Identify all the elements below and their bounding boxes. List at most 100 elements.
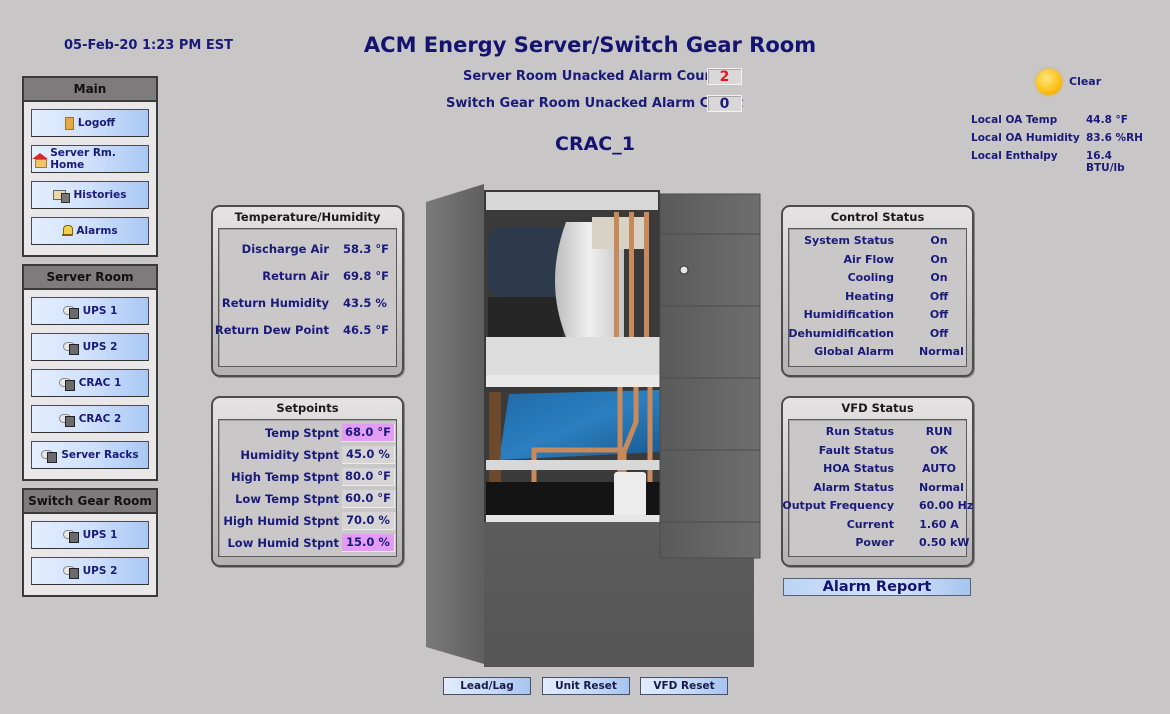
- air-flow-row: Air Flow On: [789, 250, 966, 269]
- switch-gear-nav-panel: Switch Gear Room UPS 1 UPS 2: [22, 488, 158, 597]
- door-icon: [64, 116, 74, 130]
- drain-shelf: [486, 337, 662, 375]
- high-temp-setpoint-input[interactable]: 80.0 °F: [342, 468, 395, 486]
- switchgear-ups1-label: UPS 1: [82, 529, 118, 541]
- temperature-humidity-panel: Temperature/Humidity Discharge Air 58.3 …: [211, 205, 404, 377]
- main-nav-title: Main: [24, 78, 156, 102]
- crac1-label: CRAC 1: [78, 377, 122, 389]
- power-row: Power 0.50 kW: [789, 533, 970, 552]
- low-temp-setpoint-row: Low Temp Stpnt 60.0 °F: [219, 488, 396, 510]
- hoa-status-row: HOA Status AUTO: [789, 459, 966, 478]
- dehumidification-label: Dehumidification: [788, 326, 894, 340]
- vfd-status-panel: VFD Status Run Status RUN Fault Status O…: [781, 396, 974, 567]
- logoff-button[interactable]: Logoff: [31, 109, 149, 137]
- crac2-button[interactable]: CRAC 2: [31, 405, 149, 433]
- global-alarm-label: Global Alarm: [814, 345, 894, 358]
- high-humid-setpoint-label: High Humid Stpnt: [223, 514, 339, 528]
- fault-status-value: OK: [930, 443, 948, 457]
- current-value: 1.60 A: [919, 517, 959, 531]
- dehumidification-value: Off: [929, 326, 949, 340]
- low-humid-setpoint-label: Low Humid Stpnt: [227, 536, 339, 550]
- humidification-row: Humidification Off: [789, 305, 966, 324]
- low-humid-setpoint-input[interactable]: 15.0 %: [342, 534, 395, 552]
- system-status-label: System Status: [804, 234, 894, 247]
- air-flow-value: On: [930, 252, 948, 266]
- low-humid-setpoint-row: Low Humid Stpnt 15.0 %: [219, 532, 396, 554]
- copper-pipe: [614, 212, 619, 339]
- server-ups1-label: UPS 1: [82, 305, 118, 317]
- switch-gear-alarm-count: 0: [707, 95, 742, 112]
- cabinet-side-panel: [426, 184, 484, 664]
- server-room-nav-panel: Server Room UPS 1 UPS 2 CRAC 1 CRAC 2 Se…: [22, 264, 158, 481]
- hoa-status-value: AUTO: [922, 462, 956, 475]
- crac-unit-illustration: [426, 184, 761, 667]
- low-temp-setpoint-label: Low Temp Stpnt: [235, 492, 339, 506]
- oa-humidity-row: Local OA Humidity 83.6 %RH: [971, 132, 1151, 150]
- alarm-report-button[interactable]: Alarm Report: [783, 578, 971, 596]
- current-row: Current 1.60 A: [789, 515, 966, 534]
- hoa-status-label: HOA Status: [823, 462, 894, 475]
- humidification-value: Off: [929, 308, 949, 321]
- switchgear-ups1-button[interactable]: UPS 1: [31, 521, 149, 549]
- return-dew-point-row: Return Dew Point 46.5 °F: [215, 318, 396, 345]
- alarm-status-value: Normal: [919, 480, 964, 494]
- dehumidification-row: Dehumidification Off: [788, 324, 966, 343]
- global-alarm-row: Global Alarm Normal: [789, 342, 966, 361]
- alarm-status-row: Alarm Status Normal: [789, 478, 966, 497]
- power-value: 0.50 kW: [919, 536, 970, 549]
- fault-status-row: Fault Status OK: [789, 441, 966, 460]
- histories-button[interactable]: Histories: [31, 181, 149, 209]
- temp-setpoint-label: Temp Stpnt: [264, 426, 339, 440]
- cooling-row: Cooling On: [789, 268, 966, 287]
- setpoints-panel: Setpoints Temp Stpnt 68.0 °F Humidity St…: [211, 396, 404, 567]
- control-status-panel: Control Status System Status On Air Flow…: [781, 205, 974, 377]
- server-ups1-button[interactable]: UPS 1: [31, 297, 149, 325]
- alarms-button[interactable]: Alarms: [31, 217, 149, 245]
- device-icon: [62, 305, 79, 319]
- oa-enthalpy-value: 16.4 BTU/lb: [1086, 150, 1125, 174]
- lead-lag-button[interactable]: Lead/Lag: [443, 677, 531, 695]
- server-ups2-label: UPS 2: [82, 341, 118, 353]
- server-room-nav-title: Server Room: [24, 266, 156, 290]
- server-ups2-button[interactable]: UPS 2: [31, 333, 149, 361]
- temperature-humidity-title: Temperature/Humidity: [234, 210, 381, 224]
- histories-label: Histories: [73, 189, 127, 201]
- humidity-setpoint-row: Humidity Stpnt 45.0 %: [219, 444, 396, 466]
- humidification-label: Humidification: [803, 308, 894, 321]
- device-icon: [62, 341, 79, 355]
- crac1-button[interactable]: CRAC 1: [31, 369, 149, 397]
- run-status-label: Run Status: [825, 425, 894, 438]
- return-air-label: Return Air: [262, 269, 329, 283]
- power-label: Power: [855, 536, 894, 549]
- copper-pipe: [629, 212, 634, 339]
- bell-icon: [62, 225, 74, 237]
- high-temp-setpoint-label: High Temp Stpnt: [230, 470, 339, 484]
- switchgear-ups2-button[interactable]: UPS 2: [31, 557, 149, 585]
- output-frequency-value: 60.00 Hz: [919, 499, 974, 512]
- weather-condition: Clear: [1069, 75, 1102, 88]
- device-icon: [62, 529, 79, 543]
- server-room-home-button[interactable]: Server Rm. Home: [31, 145, 149, 173]
- discharge-air-row: Discharge Air 58.3 °F: [219, 237, 396, 264]
- device-icon: [58, 413, 75, 427]
- low-temp-setpoint-input[interactable]: 60.0 °F: [342, 490, 395, 508]
- heating-row: Heating Off: [789, 287, 966, 306]
- histories-icon: [53, 189, 71, 203]
- server-racks-button[interactable]: Server Racks: [31, 441, 149, 469]
- temp-setpoint-input[interactable]: 68.0 °F: [342, 424, 395, 442]
- heating-label: Heating: [845, 289, 894, 303]
- humidity-setpoint-input[interactable]: 45.0 %: [342, 446, 395, 464]
- switchgear-ups2-label: UPS 2: [82, 565, 118, 577]
- switch-gear-nav-title: Switch Gear Room: [24, 490, 156, 514]
- high-humid-setpoint-input[interactable]: 70.0 %: [342, 512, 395, 530]
- cabinet-door: [659, 193, 761, 559]
- cooling-value: On: [930, 271, 948, 284]
- server-room-alarm-count: 2: [707, 68, 742, 85]
- setpoints-title: Setpoints: [276, 401, 339, 415]
- fault-status-label: Fault Status: [818, 443, 894, 457]
- return-air-value: 69.8 °F: [343, 269, 389, 283]
- oa-enthalpy-row: Local Enthalpy 16.4 BTU/lb: [971, 150, 1151, 174]
- vfd-reset-button[interactable]: VFD Reset: [640, 677, 728, 695]
- unit-reset-button[interactable]: Unit Reset: [542, 677, 630, 695]
- air-flow-label: Air Flow: [843, 252, 894, 266]
